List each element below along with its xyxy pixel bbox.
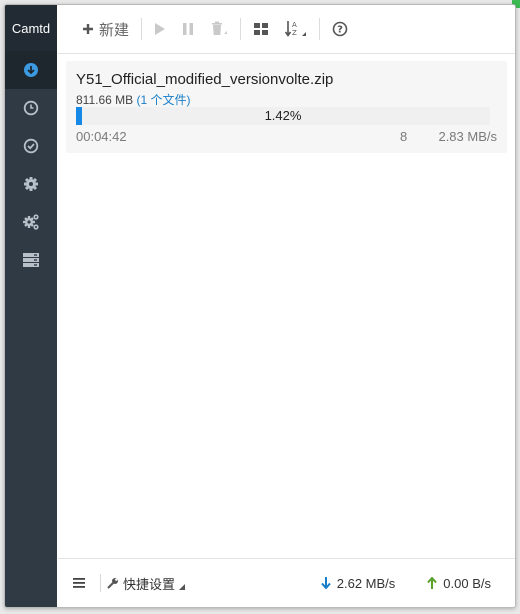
upload-speed-value: 0.00 B/s bbox=[443, 575, 491, 591]
progress-bar: 1.42% bbox=[76, 107, 490, 125]
quick-settings-button[interactable]: 快捷设置 bbox=[107, 574, 186, 593]
new-task-button[interactable]: 新建 bbox=[74, 14, 137, 44]
plus-icon bbox=[83, 24, 93, 34]
arrow-up-icon bbox=[427, 577, 438, 589]
nav-waiting[interactable] bbox=[5, 89, 57, 127]
svg-text:A: A bbox=[292, 21, 297, 29]
download-speed: 2.62 MB/s bbox=[321, 575, 396, 591]
download-icon bbox=[24, 63, 38, 77]
toolbar-divider bbox=[240, 18, 242, 40]
task-files-link[interactable]: (1 个文件) bbox=[137, 93, 191, 107]
clock-icon bbox=[23, 100, 39, 116]
nav-settings[interactable] bbox=[5, 165, 57, 203]
sort-alpha-icon: A Z bbox=[285, 21, 307, 37]
resume-button[interactable] bbox=[146, 14, 174, 44]
app-window: Camtd 新建 A Z ? Y51_Official_modified_ver… bbox=[4, 4, 516, 608]
play-icon bbox=[155, 23, 166, 35]
nav-downloading[interactable] bbox=[5, 51, 57, 89]
new-task-label: 新建 bbox=[99, 21, 130, 39]
pause-icon bbox=[183, 23, 194, 35]
task-name: Y51_Official_modified_versionvolte.zip bbox=[76, 71, 334, 88]
select-all-button[interactable] bbox=[245, 14, 277, 44]
gears-icon bbox=[23, 214, 39, 230]
hamburger-icon bbox=[73, 578, 85, 588]
help-icon: ? bbox=[332, 21, 348, 37]
dropdown-triangle-icon bbox=[179, 584, 186, 590]
progress-text: 1.42% bbox=[264, 108, 302, 123]
check-icon bbox=[23, 138, 39, 154]
trash-icon bbox=[212, 21, 228, 35]
nav-server-status[interactable] bbox=[5, 241, 57, 279]
svg-text:Z: Z bbox=[292, 29, 297, 37]
nav-advanced-settings[interactable] bbox=[5, 203, 57, 241]
toolbar-divider bbox=[141, 18, 143, 40]
arrow-down-icon bbox=[321, 577, 331, 589]
pause-button[interactable] bbox=[174, 14, 202, 44]
footer-bar: 快捷设置 2.62 MB/s 0.00 B/s bbox=[58, 558, 515, 607]
task-speed: 2.83 MB/s bbox=[438, 129, 497, 144]
task-size: 811.66 MB bbox=[76, 93, 134, 107]
sidebar: Camtd bbox=[5, 5, 57, 607]
footer-divider bbox=[100, 574, 101, 592]
main-panel: 新建 A Z ? Y51_Official_modified_versionvo… bbox=[58, 5, 515, 607]
sort-button[interactable]: A Z bbox=[277, 14, 315, 44]
task-item[interactable]: Y51_Official_modified_versionvolte.zip 8… bbox=[66, 61, 507, 153]
global-speeds: 2.62 MB/s 0.00 B/s bbox=[321, 576, 491, 591]
wrench-icon bbox=[107, 578, 118, 589]
toolbar: 新建 A Z ? bbox=[58, 5, 515, 54]
menu-button[interactable] bbox=[64, 578, 94, 588]
help-button[interactable]: ? bbox=[324, 14, 356, 44]
delete-button[interactable] bbox=[202, 14, 236, 44]
task-connections: 8 bbox=[400, 129, 408, 144]
nav-stopped[interactable] bbox=[5, 127, 57, 165]
task-size-line: 811.66 MB (1 个文件) bbox=[76, 91, 191, 108]
gear-icon bbox=[24, 177, 38, 191]
toolbar-divider bbox=[319, 18, 321, 40]
grid-icon bbox=[254, 23, 269, 35]
task-elapsed-time: 00:04:42 bbox=[76, 129, 127, 144]
download-speed-value: 2.62 MB/s bbox=[336, 575, 396, 591]
server-icon bbox=[23, 253, 39, 267]
svg-text:?: ? bbox=[337, 25, 343, 36]
brand-logo: Camtd bbox=[5, 5, 57, 51]
quick-settings-label: 快捷设置 bbox=[123, 576, 176, 592]
upload-speed: 0.00 B/s bbox=[427, 576, 491, 591]
